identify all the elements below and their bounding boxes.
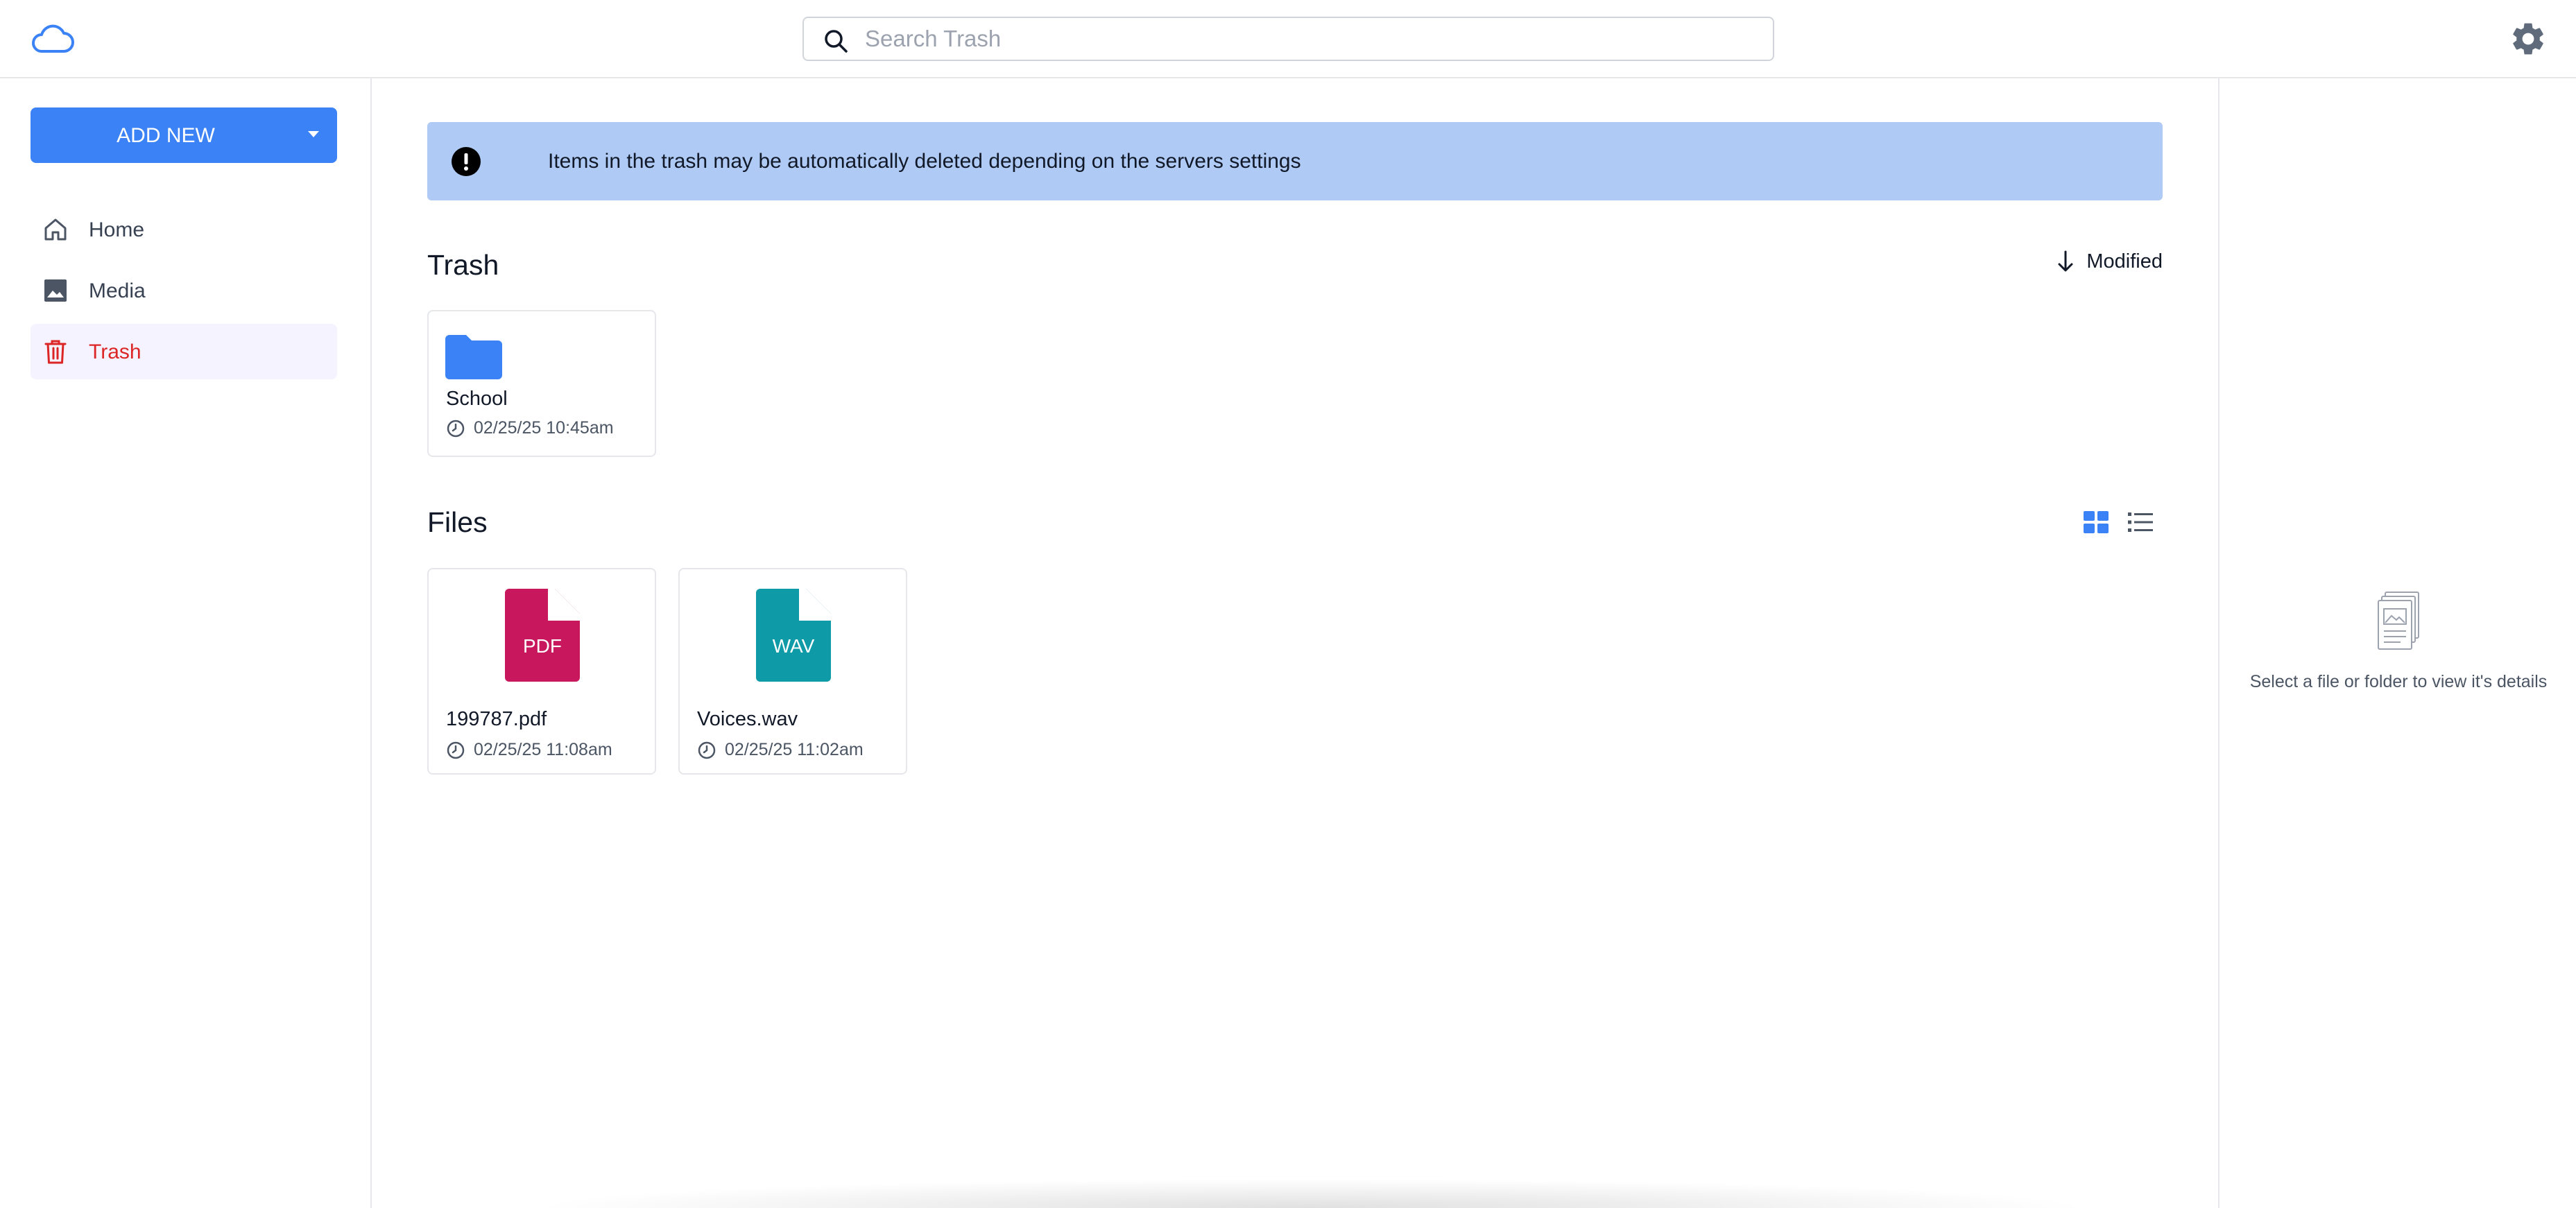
caret-down-icon[interactable] [308,131,319,137]
file-card-pdf[interactable]: PDF 199787.pdf 02/25/25 11:08am [427,568,656,775]
gear-icon[interactable] [2509,19,2548,58]
sort-button[interactable]: Modified [2056,250,2163,273]
folder-card[interactable]: School 02/25/25 10:45am [427,310,656,457]
file-date: 02/25/25 11:02am [697,740,864,760]
view-toggle [2081,507,2156,537]
files-section-title: Files [427,506,488,538]
search-icon [825,30,848,53]
sidebar-item-label: Trash [89,340,141,363]
details-panel: Select a file or folder to view it's det… [2218,78,2576,1208]
clock-icon [447,420,465,437]
document-icon [2378,592,2419,650]
trash-icon [44,340,67,364]
banner-text: Items in the trash may be automatically … [548,150,1301,173]
file-date: 02/25/25 11:08am [446,740,612,760]
search-bar[interactable] [802,17,1774,61]
grid-view-icon[interactable] [2081,507,2111,537]
clock-icon [698,741,716,759]
bottom-shadow [527,1179,2095,1208]
wav-badge-text: WAV [773,635,815,657]
file-date-text: 02/25/25 11:02am [725,740,864,759]
details-empty-text: Select a file or folder to view it's det… [2249,672,2548,691]
folder-date-text: 02/25/25 10:45am [474,418,614,438]
file-card-wav[interactable]: WAV Voices.wav 02/25/25 11:02am [678,568,907,775]
image-icon [44,279,67,302]
folder-icon [445,335,502,379]
file-date-text: 02/25/25 11:08am [474,740,612,759]
top-bar [0,0,2576,78]
add-new-button[interactable]: ADD NEW [31,107,337,163]
main-content: Items in the trash may be automatically … [373,78,2218,1208]
sidebar-item-label: Media [89,279,146,302]
cloud-logo-icon[interactable] [29,21,75,55]
add-new-label: ADD NEW [117,124,215,147]
sidebar-item-trash[interactable]: Trash [31,324,337,379]
sidebar-item-media[interactable]: Media [31,263,337,318]
folder-date: 02/25/25 10:45am [446,418,614,438]
sidebar-item-label: Home [89,218,145,241]
info-banner: Items in the trash may be automatically … [427,122,2163,200]
clock-icon [447,741,465,759]
alert-icon [452,147,481,176]
wav-file-icon: WAV [756,589,831,682]
sidebar-item-home[interactable]: Home [31,202,337,257]
pdf-badge-text: PDF [523,635,562,657]
sort-label: Modified [2086,250,2163,273]
list-view-icon[interactable] [2125,507,2156,537]
folder-name: School [446,388,508,410]
pdf-file-icon: PDF [505,589,580,682]
search-input[interactable] [865,22,1753,55]
sidebar: ADD NEW Home Media Trash [0,78,372,1208]
home-icon [44,218,67,241]
arrow-down-icon [2058,250,2073,272]
file-name: 199787.pdf [446,708,547,730]
file-name: Voices.wav [697,708,798,730]
trash-section-title: Trash [427,249,499,281]
